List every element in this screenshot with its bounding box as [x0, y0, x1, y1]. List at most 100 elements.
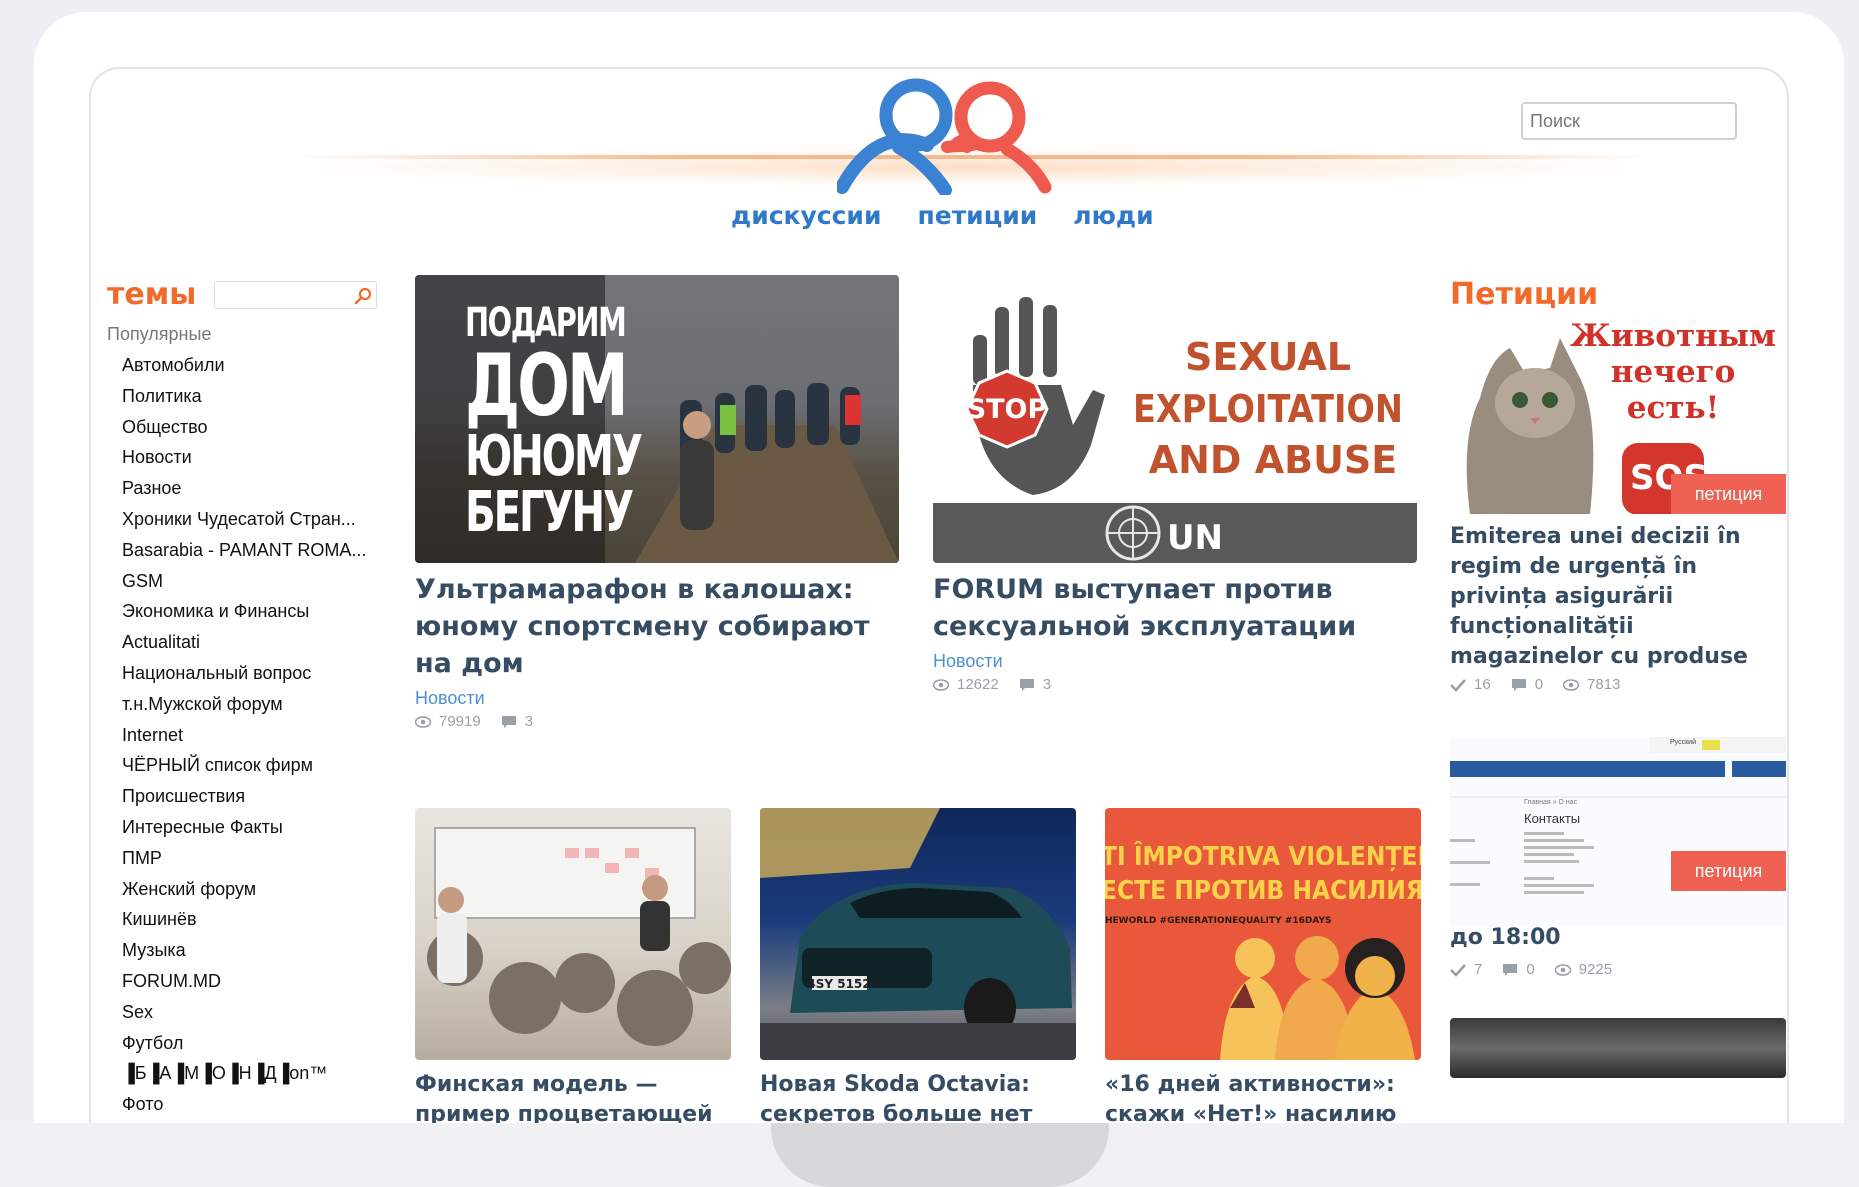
- nav-petitions[interactable]: петиции: [917, 201, 1037, 230]
- comment-count: 0: [1534, 676, 1544, 693]
- topic-item[interactable]: Автомобили: [122, 350, 377, 381]
- nav-people[interactable]: люди: [1073, 201, 1153, 230]
- image-text: ЮНОМУ: [465, 424, 643, 489]
- screenshot-crumb: Главная » О нас: [1524, 799, 1578, 806]
- view-count: 9225: [1578, 961, 1613, 978]
- article-title[interactable]: Новая Skoda Octavia: секретов больше нет: [760, 1070, 1076, 1123]
- article-title[interactable]: «16 дней активности»: скажи «Нет!» насил…: [1105, 1070, 1421, 1123]
- topic-item[interactable]: Хроники Чудесатой Стран...: [122, 504, 377, 535]
- topic-item[interactable]: Интересные Факты: [122, 812, 377, 843]
- topic-item[interactable]: Футбол: [122, 1028, 377, 1059]
- classroom-photo: [427, 827, 731, 1046]
- topic-item[interactable]: ЧЁРНЫЙ список фирм: [122, 750, 377, 781]
- vote-count: 16: [1474, 676, 1491, 693]
- comment-count: 3: [1042, 676, 1052, 693]
- check-icon: [1450, 963, 1466, 977]
- screenshot-lang: Русский: [1670, 739, 1696, 746]
- topic-item[interactable]: Actualitati: [122, 627, 377, 658]
- topic-item[interactable]: ▐Б▐А▐М▐О▐Н▐Д▐on™: [122, 1058, 377, 1089]
- petition-image[interactable]: [1450, 1018, 1786, 1078]
- nav-discussions[interactable]: дискуссии: [731, 201, 881, 230]
- topic-item[interactable]: FORUM.MD: [122, 966, 377, 997]
- website-screenshot: [1450, 737, 1786, 894]
- un-text: UN: [1167, 518, 1223, 558]
- topics-header: темы: [107, 277, 377, 312]
- eye-icon: [1554, 963, 1571, 976]
- eye-icon: [933, 678, 949, 691]
- article-category[interactable]: Новости: [933, 651, 1417, 672]
- petition-badge[interactable]: петиция: [1671, 851, 1786, 891]
- topic-item[interactable]: ПМР: [122, 843, 377, 874]
- car-photo: 4SY 5152: [760, 808, 1076, 1060]
- topic-item[interactable]: Женский форум: [122, 874, 377, 905]
- poster-line: AND ABUSE: [1149, 438, 1398, 482]
- petition-image-text: есть!: [1626, 390, 1720, 426]
- petition-title[interactable]: Emiterea unei decizii în regim de urgenț…: [1450, 522, 1787, 672]
- topic-item[interactable]: т.н.Мужской форум: [122, 689, 377, 720]
- comment-count: 0: [1526, 961, 1535, 978]
- topics-sidebar: темы Популярные Автомобили Политика Обще…: [107, 277, 377, 1120]
- stop-text: STOP: [967, 394, 1048, 425]
- topic-item[interactable]: Политика: [122, 381, 377, 412]
- topic-item[interactable]: Sex: [122, 997, 377, 1028]
- license-plate: 4SY 5152: [807, 977, 870, 991]
- topic-item[interactable]: Экономика и Финансы: [122, 596, 377, 627]
- article-card[interactable]: STOP SEXUAL EXPLOITATION AND ABUSE UN FO…: [933, 275, 1417, 693]
- popular-label: Популярные: [107, 324, 212, 344]
- poster-line: SEXUAL: [1185, 335, 1351, 379]
- petition-image[interactable]: Русский Главная » О нас Контакты петиция: [1450, 737, 1786, 927]
- petition-meta: 7 0 9225: [1450, 961, 1787, 978]
- article-card[interactable]: ПОДАРИМ ДОМ ЮНОМУ БЕГУНУ Ультрамарафон в…: [415, 275, 899, 730]
- view-count: 79919: [439, 713, 481, 730]
- topic-item[interactable]: Общество: [122, 412, 377, 443]
- search-icon[interactable]: [353, 286, 373, 306]
- petition-badge[interactable]: петиция: [1671, 474, 1786, 514]
- bottom-notch: [771, 1123, 1109, 1187]
- article-category[interactable]: Новости: [415, 688, 899, 709]
- comment-icon: [501, 715, 516, 728]
- topic-item[interactable]: Происшествия: [122, 781, 377, 812]
- topic-item[interactable]: Национальный вопрос: [122, 658, 377, 689]
- article-meta: 79919 3: [415, 713, 899, 730]
- image-text: БЕГУНУ: [465, 480, 634, 545]
- article-image[interactable]: [415, 808, 731, 1060]
- petition-image[interactable]: Животным нечего есть! SOS петиция: [1450, 318, 1786, 514]
- search-input[interactable]: [1523, 104, 1762, 138]
- topics-search: [214, 280, 377, 309]
- check-icon: [1450, 678, 1466, 692]
- article-title[interactable]: Финская модель — пример процветающей: [415, 1070, 731, 1123]
- view-count: 12622: [957, 676, 999, 693]
- petition-meta: 16 0 7813: [1450, 676, 1787, 693]
- topic-item[interactable]: Разное: [122, 473, 377, 504]
- topic-item[interactable]: Новости: [122, 442, 377, 473]
- people-illustration: [1220, 936, 1415, 1060]
- article-image[interactable]: ПОДАРИМ ДОМ ЮНОМУ БЕГУНУ: [415, 275, 899, 563]
- petition-image-text: Животным: [1570, 318, 1776, 354]
- topic-item[interactable]: Кишинёв: [122, 904, 377, 935]
- topic-item[interactable]: Музыка: [122, 935, 377, 966]
- petitions-title[interactable]: Петиции: [1450, 277, 1787, 312]
- article-card[interactable]: Финская модель — пример процветающей: [415, 808, 731, 1123]
- article-title[interactable]: FORUM выступает против сексуальной экспл…: [933, 571, 1417, 645]
- site-logo-icon[interactable]: [837, 75, 1057, 195]
- topic-item[interactable]: GSM: [122, 566, 377, 597]
- article-image[interactable]: STOP SEXUAL EXPLOITATION AND ABUSE UN: [933, 275, 1417, 563]
- topics-search-input[interactable]: [215, 281, 356, 308]
- topic-item[interactable]: Basarabia - PAMANT ROMA...: [122, 535, 377, 566]
- eye-icon: [415, 715, 431, 728]
- article-card[interactable]: TI ÎMPOTRIVA VIOLENȚEI ЕСТЕ ПРОТИВ НАСИЛ…: [1105, 808, 1421, 1123]
- topic-item[interactable]: Internet: [122, 720, 377, 751]
- vote-count: 7: [1474, 961, 1483, 978]
- view-count: 7813: [1587, 676, 1621, 693]
- main-nav: дискуссии петиции люди: [731, 201, 1154, 230]
- topics-list: Автомобили Политика Общество Новости Раз…: [122, 350, 377, 1120]
- image-text: ДОМ: [465, 336, 629, 436]
- article-title[interactable]: Ультрамарафон в калошах: юному спортсмен…: [415, 571, 899, 682]
- article-image[interactable]: TI ÎMPOTRIVA VIOLENȚEI ЕСТЕ ПРОТИВ НАСИЛ…: [1105, 808, 1421, 1060]
- topic-item[interactable]: Фото: [122, 1089, 377, 1120]
- header-search: [1521, 102, 1762, 140]
- comment-icon: [1019, 678, 1034, 691]
- comment-icon: [1511, 678, 1526, 691]
- article-image[interactable]: 4SY 5152: [760, 808, 1076, 1060]
- article-card[interactable]: 4SY 5152 Новая Skoda Octavia: секретов б…: [760, 808, 1076, 1123]
